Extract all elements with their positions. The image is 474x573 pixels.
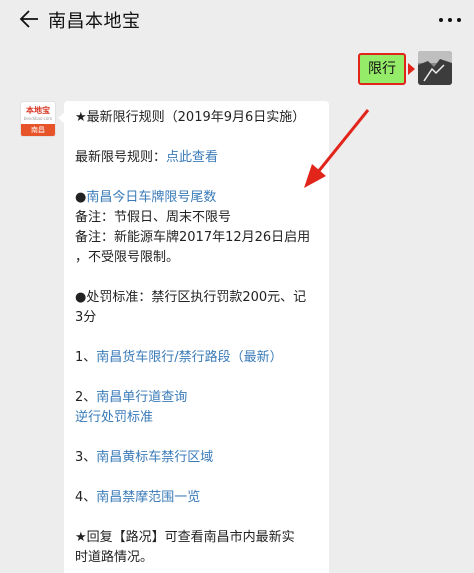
message-line-latest-rule: 最新限号规则：点此查看: [75, 150, 218, 166]
item-number: 3、: [75, 450, 97, 465]
message-item-4: 4、南昌禁摩范围一览: [75, 490, 200, 506]
user-avatar[interactable]: [418, 51, 452, 85]
message-line-note-holiday: 备注：节假日、周末不限号: [75, 210, 232, 225]
user-avatar-image: [418, 51, 452, 85]
sent-message-text: 限行: [368, 61, 396, 77]
bullet: ●: [75, 190, 87, 205]
message-line-footer: ★回复【路况】可查看南昌市内最新实: [75, 530, 295, 545]
wrong-way-penalty-link[interactable]: 逆行处罚标准: [75, 410, 153, 425]
message-line-note-newenergy-cont: ，不受限号限制。: [75, 250, 180, 265]
message-line-today-plate: ●南昌今日车牌限号尾数: [75, 190, 216, 206]
top-bar: 南昌本地宝: [0, 0, 474, 40]
chat-title: 南昌本地宝: [48, 11, 141, 32]
latest-rule-label: 最新限号规则：: [75, 150, 167, 165]
message-line-footer-cont: 时道路情况。: [75, 550, 154, 565]
sent-bubble-tail: [408, 63, 415, 75]
avatar-logo-text: 本地宝: [26, 106, 50, 115]
view-rule-link[interactable]: 点此查看: [166, 150, 218, 165]
item-number: 2、: [75, 390, 97, 405]
one-way-road-link[interactable]: 南昌单行道查询: [96, 390, 187, 405]
message-line-note-newenergy: 备注：新能源车牌2017年12月26日启用: [75, 230, 311, 245]
more-options-icon[interactable]: [436, 10, 464, 30]
official-account-avatar[interactable]: 本地宝 bendibao.com 南昌: [20, 101, 56, 137]
message-item-3: 3、南昌黄标车禁行区域: [75, 450, 213, 466]
avatar-logo-band: 南昌: [21, 124, 55, 136]
item-number: 4、: [75, 490, 97, 505]
yellow-label-car-link[interactable]: 南昌黄标车禁行区域: [96, 450, 213, 465]
message-line-rule-title: ★最新限行规则（2019年9月6日实施）: [75, 110, 306, 125]
avatar-logo-sub: bendibao.com: [23, 116, 53, 121]
item-number: 1、: [75, 350, 97, 365]
message-item-1: 1、南昌货车限行/禁行路段（最新）: [75, 350, 283, 366]
message-item-2-cont: 逆行处罚标准: [75, 410, 153, 426]
sent-message-bubble[interactable]: 限行: [358, 53, 406, 85]
message-line-penalty-cont: 3分: [75, 310, 97, 325]
back-arrow-icon[interactable]: [18, 8, 40, 30]
message-item-2: 2、南昌单行道查询: [75, 390, 187, 406]
truck-restriction-link[interactable]: 南昌货车限行/禁行路段（最新）: [96, 350, 282, 365]
motorcycle-ban-link[interactable]: 南昌禁摩范围一览: [96, 490, 200, 505]
today-plate-link[interactable]: 南昌今日车牌限号尾数: [86, 190, 216, 205]
message-line-penalty: ●处罚标准：禁行区执行罚款200元、记: [75, 290, 307, 305]
